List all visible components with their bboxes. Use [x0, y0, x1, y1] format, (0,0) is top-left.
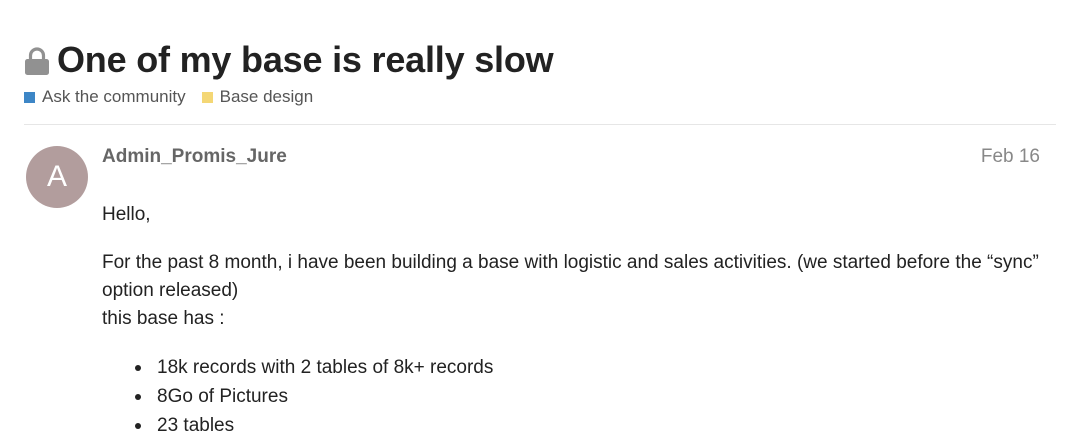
post-body: Hello, For the past 8 month, i have been…: [102, 201, 1042, 440]
avatar[interactable]: A: [26, 146, 88, 208]
post-intro-line: this base has :: [102, 308, 225, 329]
list-item-text: 23 tables: [157, 415, 235, 436]
topic-title-row: One of my base is really slow: [24, 36, 1056, 84]
list-item: 23 tables: [102, 411, 1042, 440]
bullet-list: 18k records with 2 tables of 8k+ records…: [102, 353, 1042, 440]
bullet-dot: [135, 423, 141, 429]
bullet-dot: [135, 365, 141, 371]
topic-title[interactable]: One of my base is really slow: [57, 39, 554, 81]
category-color-swatch: [24, 91, 35, 103]
bullet-dot: [135, 394, 141, 400]
list-item: 8Go of Pictures: [102, 382, 1042, 411]
post-greeting: Hello,: [102, 204, 151, 225]
category-list: Ask the community Base design: [24, 86, 1056, 108]
category-label: Base design: [219, 87, 314, 106]
list-item-text: 18k records with 2 tables of 8k+ records: [157, 357, 494, 378]
category-color-swatch: [201, 91, 213, 103]
list-item-text: 8Go of Pictures: [157, 386, 288, 407]
list-item: 18k records with 2 tables of 8k+ records: [102, 353, 1042, 382]
category-ask-the-community[interactable]: Ask the community: [24, 87, 186, 107]
lock-icon: [25, 47, 49, 75]
post-paragraph: For the past 8 month, i have been buildi…: [102, 252, 1039, 301]
post-date[interactable]: Feb 16: [981, 146, 1040, 168]
category-label: Ask the community: [42, 87, 186, 106]
topic-header: One of my base is really slow Ask the co…: [24, 36, 1056, 108]
post-username[interactable]: Admin_Promis_Jure: [102, 146, 287, 168]
avatar-letter: A: [46, 160, 67, 193]
header-divider: [24, 124, 1056, 125]
category-base-design[interactable]: Base design: [201, 87, 314, 107]
